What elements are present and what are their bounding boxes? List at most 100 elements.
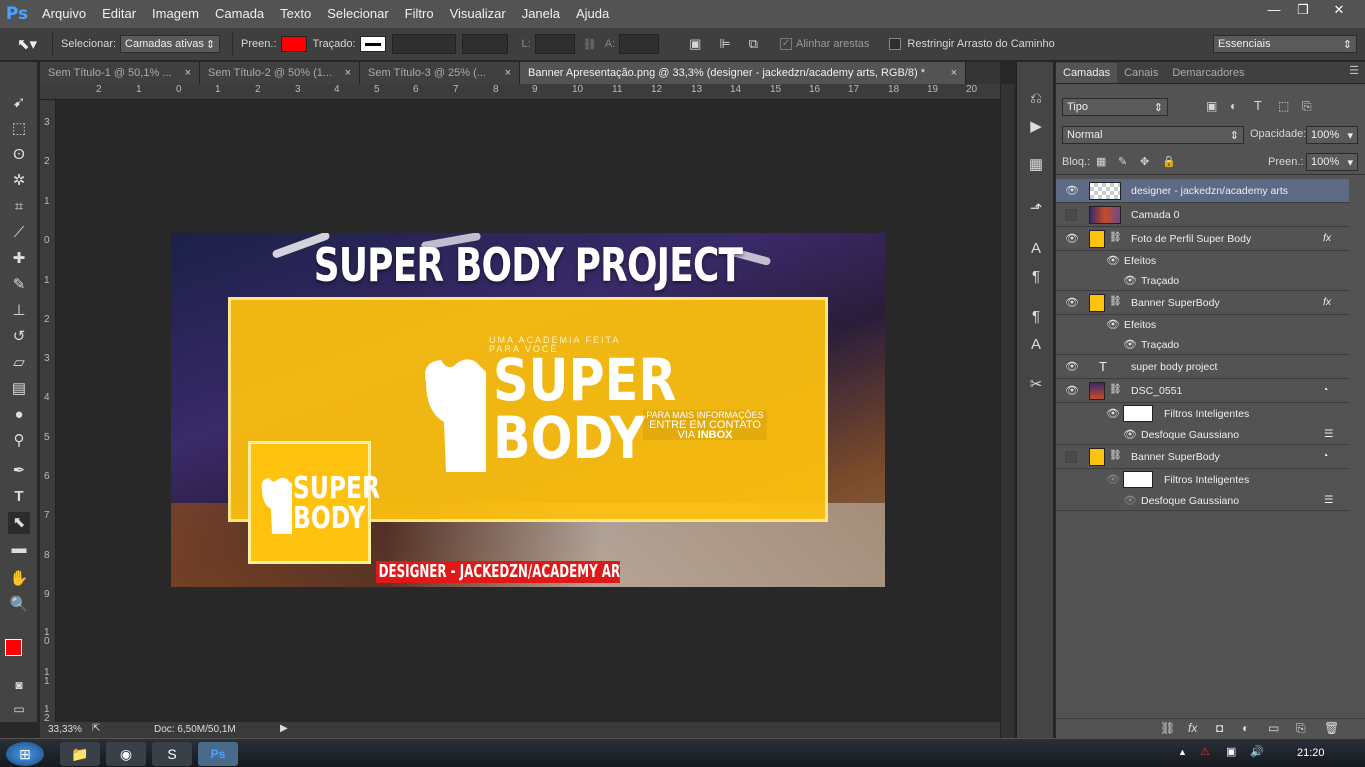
- volume-icon[interactable]: 🔊: [1250, 745, 1264, 758]
- eye-icon[interactable]: 👁: [1123, 339, 1137, 351]
- lock-all-icon[interactable]: 🔒: [1162, 155, 1176, 168]
- healing-brush-icon[interactable]: ✚: [8, 248, 30, 270]
- menu-selecionar[interactable]: Selecionar: [319, 0, 396, 28]
- paragraph-styles-icon[interactable]: ¶: [1025, 306, 1047, 328]
- menu-ajuda[interactable]: Ajuda: [568, 0, 617, 28]
- new-layer-icon[interactable]: ⎘: [1296, 721, 1306, 736]
- menu-visualizar[interactable]: Visualizar: [442, 0, 514, 28]
- stroke-width-field[interactable]: [391, 34, 456, 54]
- filter-row[interactable]: 👁 Desfoque Gaussiano ☰: [1056, 425, 1349, 445]
- marquee-tool-icon[interactable]: ⬚: [8, 118, 30, 140]
- crop-tool-icon[interactable]: ⌗: [8, 196, 30, 218]
- layer-row[interactable]: 👁 T super body project: [1056, 355, 1349, 379]
- filter-image-icon[interactable]: ▣: [1206, 99, 1217, 113]
- add-style-icon[interactable]: fx: [1188, 721, 1197, 735]
- pen-tool-icon[interactable]: ✒: [8, 460, 30, 482]
- layer-row[interactable]: Camada 0: [1056, 203, 1349, 227]
- lock-transparency-icon[interactable]: ▦: [1096, 155, 1106, 168]
- menu-filtro[interactable]: Filtro: [397, 0, 442, 28]
- shape-tool-icon[interactable]: ▬: [8, 538, 30, 560]
- tab-sem-titulo-1[interactable]: Sem Título-1 @ 50,1% ... ×: [40, 62, 200, 84]
- history-icon[interactable]: ⎌: [1025, 88, 1047, 110]
- zoom-tool-icon[interactable]: 🔍: [8, 594, 30, 616]
- menu-editar[interactable]: Editar: [94, 0, 144, 28]
- skype-icon[interactable]: S: [152, 742, 192, 766]
- filter-options-icon[interactable]: ☰: [1324, 428, 1333, 440]
- filter-type-icon[interactable]: T: [1254, 98, 1262, 113]
- eye-icon[interactable]: 👁: [1065, 385, 1079, 397]
- delete-layer-icon[interactable]: 🗑: [1324, 721, 1339, 735]
- smart-filters-row[interactable]: 👁 Filtros Inteligentes: [1056, 403, 1349, 425]
- lasso-tool-icon[interactable]: ʘ: [8, 144, 30, 166]
- effects-row[interactable]: 👁 Efeitos: [1056, 315, 1349, 335]
- menu-camada[interactable]: Camada: [207, 0, 272, 28]
- tab-canais[interactable]: Canais: [1117, 63, 1165, 83]
- eye-icon[interactable]: 👁: [1123, 495, 1137, 507]
- tab-sem-titulo-2[interactable]: Sem Título-2 @ 50% (1... ×: [200, 62, 360, 84]
- effects-row[interactable]: 👁 Efeitos: [1056, 251, 1349, 271]
- stamp-tool-icon[interactable]: ⊥: [8, 300, 30, 322]
- lock-pixels-icon[interactable]: ✎: [1118, 155, 1127, 168]
- properties-icon[interactable]: ▦: [1025, 154, 1047, 176]
- filter-smart-icon[interactable]: ⎘: [1302, 99, 1312, 114]
- path-align-icon[interactable]: ⊫: [719, 36, 730, 52]
- workspace-dropdown[interactable]: Essenciais ⇕: [1213, 35, 1357, 53]
- path-arrange-icon[interactable]: ⧉: [749, 36, 758, 52]
- paths-icon[interactable]: ⬏: [1025, 198, 1047, 220]
- blur-tool-icon[interactable]: ●: [8, 404, 30, 426]
- eyedropper-icon[interactable]: ⟋: [8, 222, 30, 244]
- menu-arquivo[interactable]: Arquivo: [34, 0, 94, 28]
- layer-row[interactable]: 👁 ⛓ Foto de Perfil Super Body fx: [1056, 227, 1349, 251]
- tab-camadas[interactable]: Camadas: [1056, 63, 1118, 83]
- history-brush-icon[interactable]: ↺: [8, 326, 30, 348]
- vertical-scrollbar[interactable]: [1000, 84, 1014, 738]
- path-ops-icon[interactable]: ▣: [689, 36, 701, 52]
- eye-icon[interactable]: 👁: [1106, 255, 1120, 267]
- clock[interactable]: 21:20: [1297, 747, 1325, 759]
- opacity-field[interactable]: 100% ▾: [1306, 126, 1358, 144]
- stroke-type-field[interactable]: [461, 34, 508, 54]
- eye-icon[interactable]: 👁: [1065, 185, 1079, 197]
- eye-icon[interactable]: 👁: [1065, 297, 1079, 309]
- menu-janela[interactable]: Janela: [514, 0, 568, 28]
- tab-sem-titulo-3[interactable]: Sem Título-3 @ 25% (... ×: [360, 62, 520, 84]
- zoom-level[interactable]: 33,33%: [48, 724, 82, 735]
- status-menu-arrow-icon[interactable]: ▶: [280, 723, 288, 734]
- filter-shape-icon[interactable]: ⬚: [1278, 99, 1289, 113]
- move-tool-icon[interactable]: ➹: [8, 92, 30, 114]
- filter-adjustment-icon[interactable]: ◐: [1230, 99, 1237, 113]
- restore-button[interactable]: ❐: [1289, 0, 1317, 22]
- fill-swatch[interactable]: [280, 36, 307, 52]
- magic-wand-icon[interactable]: ✲: [8, 170, 30, 192]
- filter-row[interactable]: 👁 Desfoque Gaussiano ☰: [1056, 491, 1349, 511]
- fill-field[interactable]: 100% ▾: [1306, 153, 1358, 171]
- start-button-icon[interactable]: ⊞: [6, 742, 44, 766]
- foreground-color-swatch[interactable]: [5, 639, 22, 656]
- select-dropdown[interactable]: Camadas ativas ⇕: [120, 35, 221, 53]
- brush-tool-icon[interactable]: ✎: [8, 274, 30, 296]
- eye-icon[interactable]: 👁: [1106, 319, 1120, 331]
- eye-icon[interactable]: 👁: [1065, 233, 1079, 245]
- tray-app-icon[interactable]: ⚠: [1200, 745, 1210, 758]
- width-field[interactable]: [534, 34, 575, 54]
- type-tool-icon[interactable]: T: [8, 486, 30, 508]
- eye-icon[interactable]: 👁: [1106, 408, 1120, 420]
- character-styles-icon[interactable]: A: [1025, 334, 1047, 356]
- tab-close-icon[interactable]: ×: [185, 62, 191, 84]
- eye-icon[interactable]: 👁: [1123, 429, 1137, 441]
- eye-icon[interactable]: 👁: [1065, 361, 1079, 373]
- gradient-tool-icon[interactable]: ▤: [8, 378, 30, 400]
- filter-dropdown[interactable]: Tipo ⇕: [1062, 98, 1168, 116]
- quick-mask-icon[interactable]: ◙: [8, 674, 30, 696]
- eye-icon[interactable]: 👁: [1106, 474, 1120, 486]
- path-select-tool-icon[interactable]: ⬉: [8, 512, 30, 534]
- screen-mode-icon[interactable]: ▭: [8, 698, 30, 720]
- dodge-tool-icon[interactable]: ⚲: [8, 430, 30, 452]
- explorer-icon[interactable]: 📁: [60, 742, 100, 766]
- eye-hidden-icon[interactable]: [1065, 451, 1077, 463]
- tab-close-icon[interactable]: ×: [505, 62, 511, 84]
- blend-mode-dropdown[interactable]: Normal ⇕: [1062, 126, 1244, 144]
- tool-presets-icon[interactable]: ✂: [1025, 374, 1047, 396]
- stroke-swatch[interactable]: [359, 36, 386, 52]
- eraser-tool-icon[interactable]: ▱: [8, 352, 30, 374]
